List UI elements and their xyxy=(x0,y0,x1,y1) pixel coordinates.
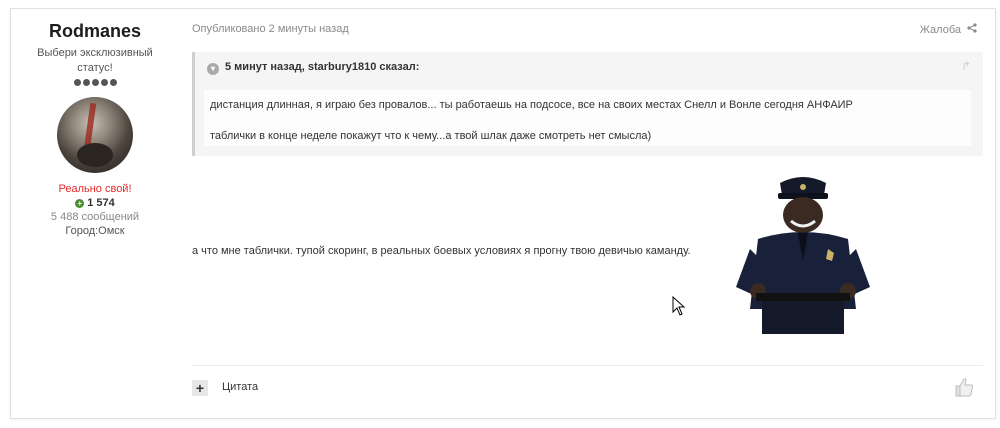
multiquote-button[interactable]: + xyxy=(192,380,208,396)
author-status-text: Выбери эксклюзивный статус! xyxy=(37,47,153,74)
report-button[interactable]: Жалоба xyxy=(920,23,977,36)
share-icon[interactable] xyxy=(967,23,977,36)
post-count: 5 488 сообщений xyxy=(50,211,140,223)
reply-arrow-icon[interactable]: ↱ xyxy=(961,59,971,73)
quote-header[interactable]: ▾ 5 минут назад, starbury1810 сказал: xyxy=(207,61,419,75)
post-timestamp[interactable]: Опубликовано 2 минуты назад xyxy=(192,23,349,35)
rank-dots xyxy=(11,79,179,89)
member-title: Реально свой! xyxy=(58,183,132,195)
author-panel: Rodmanes Выбери эксклюзивный статус! Реа… xyxy=(11,9,179,237)
author-location: Город:Омск xyxy=(65,225,125,237)
chevron-down-icon[interactable]: ▾ xyxy=(207,63,219,75)
report-label[interactable]: Жалоба xyxy=(920,24,961,36)
mouse-cursor-icon xyxy=(672,296,686,316)
author-username[interactable]: Rodmanes xyxy=(11,21,179,42)
thumbs-up-icon[interactable] xyxy=(953,376,975,398)
police-officer-image xyxy=(736,177,870,334)
reputation: +1 574 xyxy=(11,197,179,209)
quote-button-label[interactable]: Цитата xyxy=(222,381,258,393)
reputation-value: 1 574 xyxy=(87,197,115,209)
quote-block: ▾ 5 минут назад, starbury1810 сказал: ↱ д… xyxy=(192,52,983,156)
avatar[interactable] xyxy=(57,97,133,173)
quote-button[interactable]: + Цитата xyxy=(192,380,258,396)
forum-post: Rodmanes Выбери эксклюзивный статус! Реа… xyxy=(10,8,996,419)
divider xyxy=(192,365,983,366)
quote-line: дистанция длинная, я играю без провалов.… xyxy=(210,99,853,111)
quote-body: дистанция длинная, я играю без провалов.… xyxy=(204,90,971,146)
quote-citation: 5 минут назад, starbury1810 сказал: xyxy=(225,61,420,73)
post-content: Опубликовано 2 минуты назад Жалоба ▾ 5 ми… xyxy=(192,9,983,418)
quote-line: таблички в конце неделе покажут что к че… xyxy=(210,130,652,142)
reply-text: а что мне таблички. тупой скоринг, в реа… xyxy=(192,245,691,257)
plus-circle-icon: + xyxy=(75,199,85,208)
